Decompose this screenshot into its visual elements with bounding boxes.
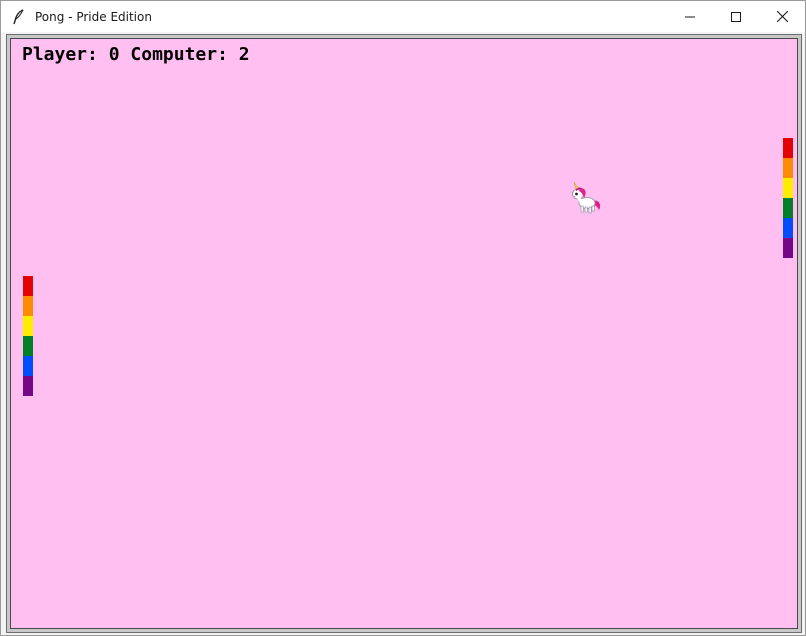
computer-score-value: 2 [238, 44, 250, 65]
paddle-stripe [783, 158, 793, 178]
computer-paddle [783, 138, 793, 258]
computer-score-label: Computer: [130, 44, 228, 65]
minimize-icon [685, 16, 695, 17]
paddle-stripe [783, 198, 793, 218]
paddle-stripe [23, 336, 33, 356]
feather-icon [11, 8, 27, 25]
unicorn-ball [566, 179, 606, 219]
client-area: Player: 0 Computer: 2 [6, 34, 802, 633]
close-button[interactable] [759, 1, 805, 32]
title-bar[interactable]: Pong - Pride Edition [1, 1, 805, 32]
paddle-stripe [783, 238, 793, 258]
game-canvas[interactable]: Player: 0 Computer: 2 [10, 38, 798, 629]
minimize-button[interactable] [667, 1, 713, 32]
paddle-stripe [783, 138, 793, 158]
maximize-button[interactable] [713, 1, 759, 32]
game-window: Pong - Pride Edition Player: 0 Computer:… [0, 0, 806, 636]
paddle-stripe [783, 178, 793, 198]
player-score-label: Player: [22, 44, 98, 65]
player-score-value: 0 [108, 44, 120, 65]
maximize-icon [731, 11, 741, 22]
paddle-stripe [23, 276, 33, 296]
paddle-stripe [23, 356, 33, 376]
paddle-stripe [783, 218, 793, 238]
paddle-stripe [23, 316, 33, 336]
paddle-stripe [23, 296, 33, 316]
paddle-stripe [23, 376, 33, 396]
window-controls [667, 1, 805, 32]
window-title: Pong - Pride Edition [35, 9, 152, 24]
close-icon [776, 11, 788, 22]
scoreboard: Player: 0 Computer: 2 [22, 44, 250, 65]
player-paddle [23, 276, 33, 396]
unicorn-sprite [572, 181, 601, 214]
